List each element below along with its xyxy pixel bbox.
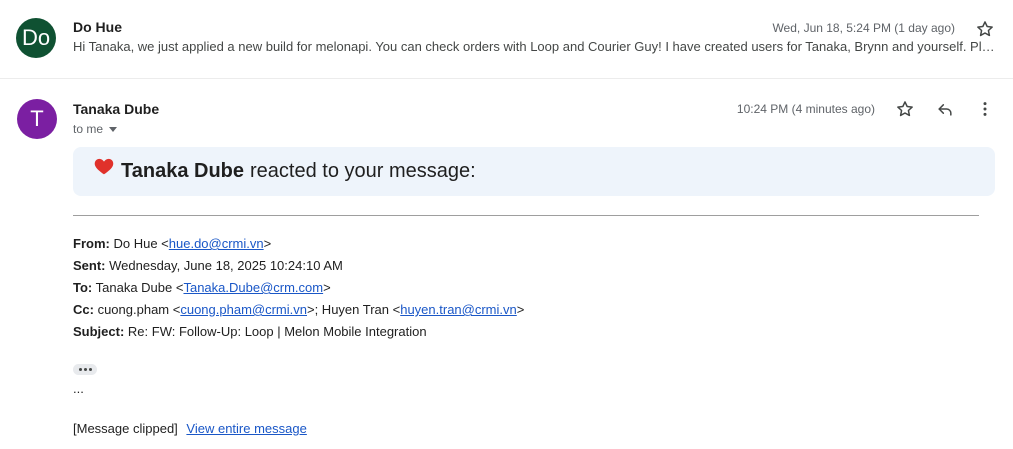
- reaction-banner: Tanaka Dube reacted to your message:: [73, 147, 995, 196]
- star-icon: [977, 21, 993, 37]
- to-line: To: Tanaka Dube <Tanaka.Dube@crm.com>: [73, 277, 524, 299]
- from-email-link[interactable]: hue.do@crmi.vn: [169, 236, 264, 251]
- reply-button[interactable]: [933, 97, 957, 121]
- collapsed-message[interactable]: Do Do Hue Hi Tanaka, we just applied a n…: [0, 0, 1013, 79]
- message-snippet: Hi Tanaka, we just applied a new build f…: [73, 39, 995, 54]
- reply-icon: [938, 104, 952, 116]
- view-entire-message-link[interactable]: View entire message: [186, 421, 306, 436]
- subject-label: Subject:: [73, 324, 125, 339]
- avatar-initials: T: [30, 106, 44, 131]
- star-button[interactable]: [893, 97, 917, 121]
- show-trimmed-content-button[interactable]: [73, 364, 97, 375]
- dot: [83, 368, 87, 371]
- sender-name: Tanaka Dube: [73, 101, 160, 117]
- to-label: To:: [73, 280, 93, 295]
- chevron-down-icon: [109, 126, 118, 132]
- avatar[interactable]: T: [17, 99, 57, 139]
- sent-label: Sent:: [73, 258, 106, 273]
- from-close: >: [263, 236, 272, 251]
- more-options-button[interactable]: [973, 97, 997, 121]
- message-date: Wed, Jun 18, 5:24 PM (1 day ago): [772, 21, 955, 35]
- cc-close: >: [516, 302, 525, 317]
- cc-separator: >; Huyen Tran <: [306, 302, 401, 317]
- more-vert-icon: [983, 102, 987, 116]
- subject-line: Subject: Re: FW: Follow-Up: Loop | Melon…: [73, 321, 524, 343]
- from-label: From:: [73, 236, 110, 251]
- message-date: 10:24 PM (4 minutes ago): [736, 102, 875, 116]
- avatar-initials: Do: [21, 25, 51, 50]
- subject-value: Re: FW: Follow-Up: Loop | Melon Mobile I…: [127, 324, 427, 339]
- dot: [88, 368, 92, 371]
- star-icon: [897, 101, 913, 117]
- cc-line: Cc: cuong.pham <cuong.pham@crmi.vn>; Huy…: [73, 299, 524, 321]
- cc-label: Cc:: [73, 302, 94, 317]
- cc-name: cuong.pham <: [97, 302, 181, 317]
- star-button[interactable]: [973, 17, 997, 41]
- quoted-headers: From: Do Hue <hue.do@crmi.vn> Sent: Wedn…: [73, 233, 524, 343]
- sent-line: Sent: Wednesday, June 18, 2025 10:24:10 …: [73, 255, 524, 277]
- heart-icon: [94, 158, 114, 174]
- cc-email-link[interactable]: huyen.tran@crmi.vn: [400, 302, 517, 317]
- dot: [78, 368, 82, 371]
- to-close: >: [323, 280, 331, 295]
- clipped-text: [Message clipped]: [73, 421, 178, 436]
- recipients-toggle[interactable]: to me: [73, 122, 118, 136]
- message-clipped-notice: [Message clipped] View entire message: [73, 421, 307, 436]
- avatar[interactable]: Do: [16, 18, 56, 58]
- reaction-text: reacted to your message:: [250, 160, 476, 182]
- reactor-name: Tanaka Dube: [121, 160, 244, 182]
- sent-value: Wednesday, June 18, 2025 10:24:10 AM: [109, 258, 343, 273]
- sender-name: Do Hue: [73, 19, 122, 35]
- from-line: From: Do Hue <hue.do@crmi.vn>: [73, 233, 524, 255]
- to-email-link[interactable]: Tanaka.Dube@crm.com: [183, 280, 323, 295]
- from-name: Do Hue <: [113, 236, 169, 251]
- divider: [73, 215, 979, 216]
- ellipsis-text: ...: [73, 381, 84, 396]
- cc-email-link[interactable]: cuong.pham@crmi.vn: [180, 302, 307, 317]
- recipients-label: to me: [73, 122, 104, 136]
- to-name: Tanaka Dube <: [95, 280, 184, 295]
